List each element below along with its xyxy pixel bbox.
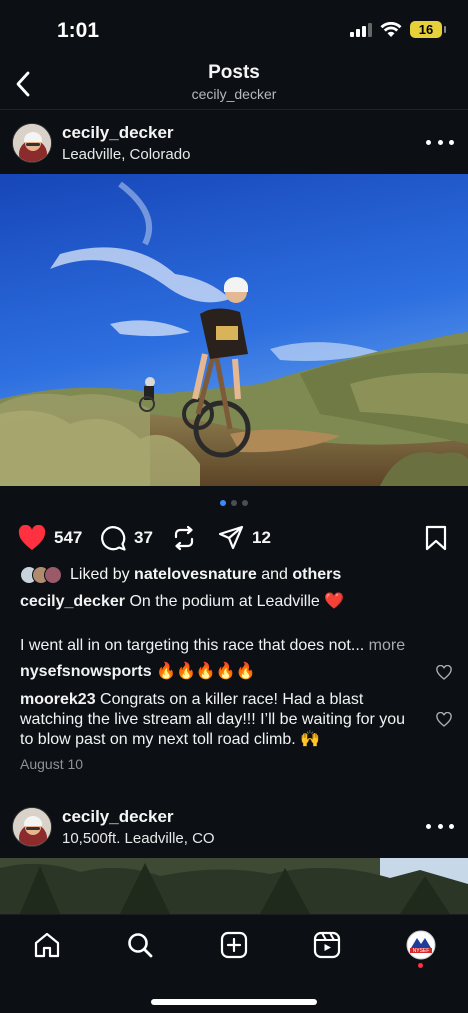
tab-profile[interactable]: NYSEF (405, 929, 437, 961)
status-icons: 16 (350, 21, 446, 38)
profile-avatar-icon: NYSEF (406, 930, 436, 960)
cellular-signal-icon (350, 22, 372, 37)
tab-create[interactable] (218, 929, 250, 961)
liked-by-avatars (20, 566, 62, 584)
search-icon (128, 933, 153, 958)
post-header: cecily_decker 10,500ft. Leadville, CO (0, 796, 468, 858)
heart-filled-icon (18, 525, 46, 550)
share-button[interactable]: 12 (218, 520, 271, 556)
more-link[interactable]: more (369, 637, 405, 654)
caption-continued: I went all in on targeting this race tha… (20, 636, 440, 656)
caption-text: On the podium at Leadville ❤️ (129, 593, 345, 610)
caption-more-text: I went all in on targeting this race tha… (20, 637, 365, 654)
home-icon (34, 932, 60, 958)
top-navigation-header: Posts cecily_decker (0, 58, 468, 110)
comment-text: 🔥🔥🔥🔥🔥 (156, 663, 256, 680)
trees-photo (0, 858, 468, 914)
carousel-dot (220, 500, 226, 506)
save-button[interactable] (424, 520, 448, 556)
liked-by-and: and (261, 566, 288, 583)
post-location[interactable]: Leadville, Colorado (62, 146, 190, 163)
comment-icon (101, 526, 126, 551)
liked-by-others[interactable]: others (292, 566, 341, 584)
post-photo[interactable] (0, 858, 468, 914)
avatar (44, 566, 62, 584)
like-button[interactable]: 547 (18, 520, 82, 556)
post-options-button[interactable] (426, 816, 454, 836)
wifi-icon (380, 21, 402, 37)
status-time: 1:01 (57, 19, 100, 42)
carousel-dot (231, 500, 237, 506)
shares-count: 12 (252, 528, 271, 547)
comment-button[interactable]: 37 (100, 520, 153, 556)
post-actions: 547 37 12 (0, 520, 468, 556)
avatar-image (13, 808, 51, 846)
home-indicator[interactable] (151, 999, 317, 1005)
caption-author[interactable]: cecily_decker (20, 593, 125, 610)
comment: moorek23 Congrats on a killer race! Had … (20, 690, 420, 750)
post-author[interactable]: cecily_decker (62, 123, 174, 143)
comment-like-icon[interactable] (436, 665, 452, 681)
repost-icon (174, 525, 194, 551)
reels-icon (313, 931, 341, 959)
post-location[interactable]: 10,500ft. Leadville, CO (62, 830, 215, 847)
page-title: Posts (208, 62, 260, 83)
tab-home[interactable] (31, 929, 63, 961)
comment-user[interactable]: nysefsnowsports (20, 663, 152, 680)
carousel-indicator (0, 500, 468, 506)
tab-reels[interactable] (311, 929, 343, 961)
comment: nysefsnowsports 🔥🔥🔥🔥🔥 (20, 662, 430, 682)
comment-user[interactable]: moorek23 (20, 691, 96, 708)
carousel-dot (242, 500, 248, 506)
avatar-image (13, 124, 51, 162)
comment-like-icon[interactable] (436, 712, 452, 728)
liked-by-row[interactable]: Liked by natelovesnature and others (20, 566, 341, 584)
notification-dot (418, 963, 423, 968)
plus-square-icon (220, 931, 248, 959)
post-options-button[interactable] (426, 132, 454, 152)
caption: cecily_decker On the podium at Leadville… (20, 592, 440, 612)
post-header: cecily_decker Leadville, Colorado (0, 112, 468, 174)
page-subtitle: cecily_decker (191, 86, 277, 102)
post-photo[interactable] (0, 174, 468, 486)
mountain-bike-photo (0, 174, 468, 486)
tab-search[interactable] (124, 929, 156, 961)
comments-count: 37 (134, 528, 153, 547)
status-bar: 1:01 16 (0, 0, 468, 58)
battery-icon: 16 (410, 21, 446, 38)
liked-by-prefix: Liked by (70, 566, 130, 583)
post-author[interactable]: cecily_decker (62, 807, 174, 827)
liked-by-user[interactable]: natelovesnature (134, 566, 257, 584)
profile-badge-text: NYSEF (413, 948, 430, 954)
repost-button[interactable] (172, 520, 196, 556)
post-date: August 10 (20, 756, 84, 772)
send-icon (218, 525, 244, 550)
author-avatar[interactable] (12, 123, 52, 163)
bottom-tab-bar: NYSEF (0, 914, 468, 1013)
author-avatar[interactable] (12, 807, 52, 847)
bookmark-icon (425, 525, 447, 551)
likes-count[interactable]: 547 (54, 528, 82, 548)
